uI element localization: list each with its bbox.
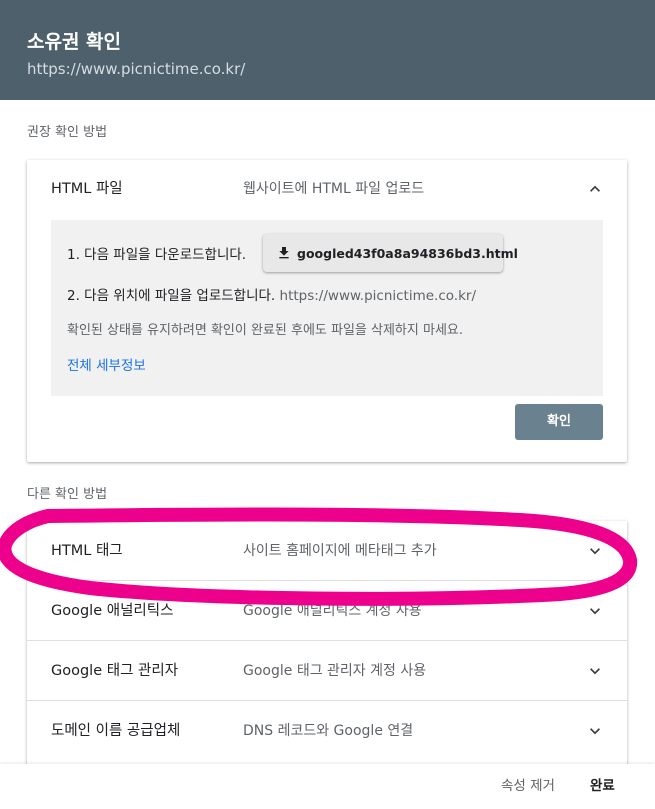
method-description: Google 애널리틱스 계정 사용 bbox=[243, 603, 422, 619]
other-methods-list: HTML 태그 사이트 홈페이지에 메타태그 추가 Google 애널리틱스 G… bbox=[27, 521, 627, 771]
chevron-up-icon[interactable] bbox=[585, 179, 605, 199]
instructions-panel: 1. 다음 파일을 다운로드합니다. googled43f0a8a94836bd… bbox=[51, 220, 603, 396]
method-google-tag-manager[interactable]: Google 태그 관리자 Google 태그 관리자 계정 사용 bbox=[27, 641, 627, 701]
html-file-method-card: HTML 파일 웹사이트에 HTML 파일 업로드 1. 다음 파일을 다운로드… bbox=[27, 160, 627, 462]
method-name: Google 태그 관리자 bbox=[51, 663, 179, 679]
chevron-down-icon[interactable] bbox=[585, 541, 605, 561]
method-domain-provider[interactable]: 도메인 이름 공급업체 DNS 레코드와 Google 연결 bbox=[27, 701, 627, 761]
verify-button[interactable]: 확인 bbox=[515, 404, 603, 440]
download-file-name: googled43f0a8a94836bd3.html bbox=[297, 245, 518, 261]
full-details-link[interactable]: 전체 세부정보 bbox=[67, 354, 146, 374]
method-name: Google 애널리틱스 bbox=[51, 603, 174, 619]
upload-location-url: https://www.picnictime.co.kr/ bbox=[279, 288, 476, 304]
remove-property-button[interactable]: 속성 제거 bbox=[501, 764, 555, 809]
method-name: HTML 태그 bbox=[51, 543, 123, 559]
method-name: HTML 파일 bbox=[51, 181, 123, 197]
step-2-text: 2. 다음 위치에 파일을 업로드합니다. https://www.picnic… bbox=[67, 284, 476, 304]
download-icon bbox=[279, 247, 289, 259]
done-button[interactable]: 완료 bbox=[590, 764, 615, 809]
ownership-verification-dialog: 소유권 확인 https://www.picnictime.co.kr/ 권장 … bbox=[0, 0, 655, 809]
dialog-title: 소유권 확인 bbox=[27, 31, 122, 53]
other-methods-section-label: 다른 확인 방법 bbox=[27, 487, 108, 502]
step-2-label: 2. 다음 위치에 파일을 업로드합니다. bbox=[67, 288, 276, 304]
method-description: 사이트 홈페이지에 메타태그 추가 bbox=[243, 543, 437, 559]
dialog-header: 소유권 확인 https://www.picnictime.co.kr/ bbox=[0, 0, 655, 100]
property-url: https://www.picnictime.co.kr/ bbox=[27, 60, 246, 78]
method-description: DNS 레코드와 Google 연결 bbox=[243, 723, 414, 739]
method-description: 웹사이트에 HTML 파일 업로드 bbox=[243, 181, 425, 197]
dialog-footer: 속성 제거 완료 bbox=[0, 764, 655, 809]
chevron-down-icon[interactable] bbox=[585, 661, 605, 681]
method-description: Google 태그 관리자 계정 사용 bbox=[243, 663, 427, 679]
keep-file-note: 확인된 상태를 유지하려면 확인이 완료된 후에도 파일을 삭제하지 마세요. bbox=[67, 323, 463, 338]
method-html-tag[interactable]: HTML 태그 사이트 홈페이지에 메타태그 추가 bbox=[27, 521, 627, 581]
method-name: 도메인 이름 공급업체 bbox=[51, 723, 181, 739]
step-1-text: 1. 다음 파일을 다운로드합니다. bbox=[67, 247, 247, 263]
download-file-button[interactable]: googled43f0a8a94836bd3.html bbox=[263, 234, 518, 272]
recommended-section-label: 권장 확인 방법 bbox=[27, 125, 108, 140]
html-file-method-header[interactable]: HTML 파일 웹사이트에 HTML 파일 업로드 bbox=[27, 160, 627, 218]
chevron-down-icon[interactable] bbox=[585, 601, 605, 621]
chevron-down-icon[interactable] bbox=[585, 721, 605, 741]
method-google-analytics[interactable]: Google 애널리틱스 Google 애널리틱스 계정 사용 bbox=[27, 581, 627, 641]
